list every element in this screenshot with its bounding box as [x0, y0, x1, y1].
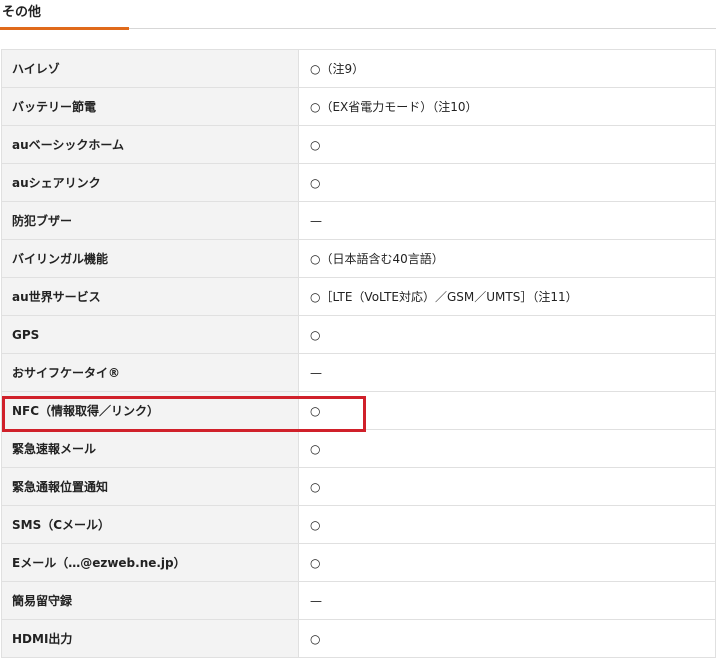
row-value: ○: [298, 619, 716, 658]
row-value: ○: [298, 163, 716, 202]
section-title: その他: [2, 5, 42, 20]
table-row: Eメール（…@ezweb.ne.jp） ○: [1, 543, 716, 582]
section-header: その他: [0, 0, 720, 30]
highlight-box-nfc-row: [2, 396, 366, 432]
spec-table: ハイレゾ ○（注9） バッテリー節電 ○（EX省電力モード）（注10） auベーシッ…: [1, 49, 716, 658]
row-value: ○: [298, 125, 716, 164]
table-row: 緊急速報メール ○: [1, 429, 716, 468]
row-value: ○［LTE（VoLTE対応）／GSM／UMTS］（注11）: [298, 277, 716, 316]
row-value: ○: [298, 505, 716, 544]
row-label: ハイレゾ: [1, 49, 299, 88]
row-value: ○: [298, 467, 716, 506]
row-label: 簡易留守録: [1, 581, 299, 620]
row-value: —: [298, 353, 716, 392]
table-row: auベーシックホーム ○: [1, 125, 716, 164]
table-row: GPS ○: [1, 315, 716, 354]
row-label: Eメール（…@ezweb.ne.jp）: [1, 543, 299, 582]
row-value: ○: [298, 315, 716, 354]
row-label: おサイフケータイ®: [1, 353, 299, 392]
table-row: auシェアリンク ○: [1, 163, 716, 202]
row-value: ○: [298, 429, 716, 468]
table-row: バイリンガル機能 ○（日本語含む40言語）: [1, 239, 716, 278]
row-value: ○（EX省電力モード）（注10）: [298, 87, 716, 126]
table-row: 緊急通報位置通知 ○: [1, 467, 716, 506]
row-label: auシェアリンク: [1, 163, 299, 202]
row-value: ○（注9）: [298, 49, 716, 88]
table-row: 簡易留守録 —: [1, 581, 716, 620]
table-row: おサイフケータイ® —: [1, 353, 716, 392]
row-label: 防犯ブザー: [1, 201, 299, 240]
row-value: ○: [298, 543, 716, 582]
row-value: ○（日本語含む40言語）: [298, 239, 716, 278]
table-row: au世界サービス ○［LTE（VoLTE対応）／GSM／UMTS］（注11）: [1, 277, 716, 316]
row-label: GPS: [1, 315, 299, 354]
row-label: SMS（Cメール）: [1, 505, 299, 544]
row-value: —: [298, 581, 716, 620]
row-label: au世界サービス: [1, 277, 299, 316]
row-label: auベーシックホーム: [1, 125, 299, 164]
row-label: 緊急通報位置通知: [1, 467, 299, 506]
table-row: ハイレゾ ○（注9）: [1, 49, 716, 88]
row-label: 緊急速報メール: [1, 429, 299, 468]
section-accent-bar: [0, 27, 129, 30]
row-value: —: [298, 201, 716, 240]
table-row: SMS（Cメール） ○: [1, 505, 716, 544]
table-row: HDMI出力 ○: [1, 619, 716, 658]
row-label: HDMI出力: [1, 619, 299, 658]
row-label: バッテリー節電: [1, 87, 299, 126]
table-row: 防犯ブザー —: [1, 201, 716, 240]
table-row: バッテリー節電 ○（EX省電力モード）（注10）: [1, 87, 716, 126]
row-label: バイリンガル機能: [1, 239, 299, 278]
